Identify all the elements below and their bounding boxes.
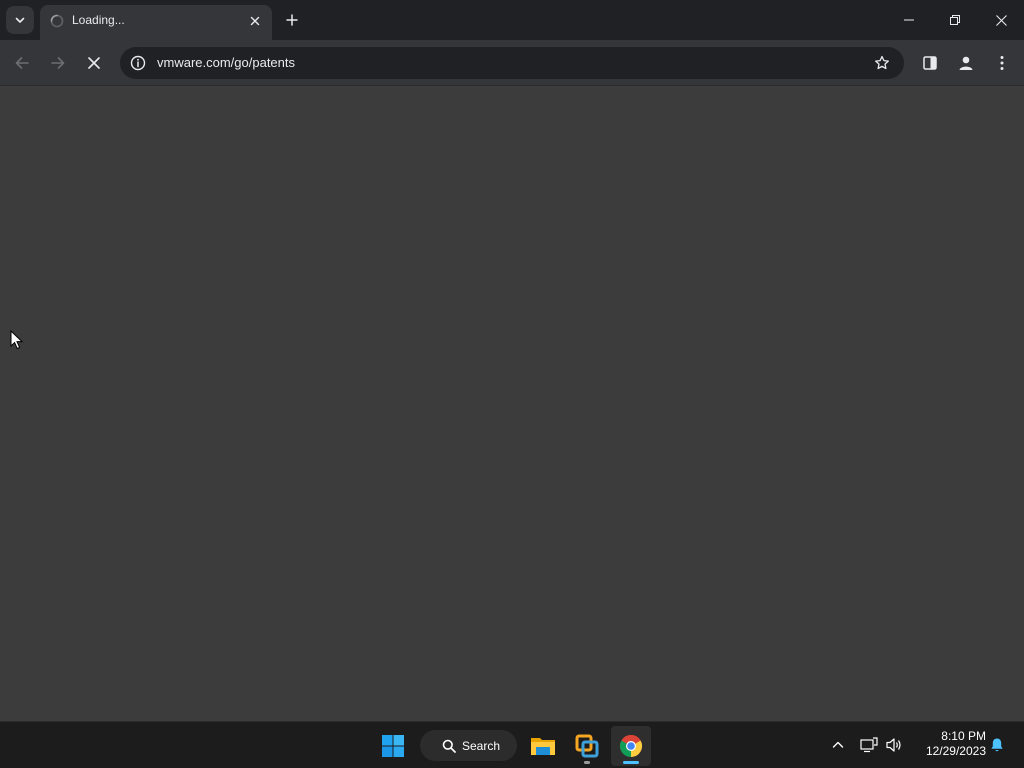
stop-loading-button[interactable] bbox=[78, 47, 110, 79]
volume-icon bbox=[886, 738, 901, 752]
browser-toolbar: vmware.com/go/patents bbox=[0, 40, 1024, 86]
restore-button[interactable] bbox=[932, 0, 978, 40]
close-icon bbox=[250, 16, 260, 26]
close-icon bbox=[88, 57, 100, 69]
more-vertical-icon bbox=[1000, 56, 1004, 70]
info-icon bbox=[130, 55, 146, 71]
arrow-left-icon bbox=[15, 57, 29, 69]
minimize-button[interactable] bbox=[886, 0, 932, 40]
chrome-icon bbox=[619, 734, 643, 757]
file-explorer-icon bbox=[531, 738, 555, 755]
search-icon bbox=[442, 739, 456, 753]
back-button[interactable] bbox=[6, 47, 38, 79]
clock-time: 8:10 PM bbox=[941, 729, 986, 743]
side-panel-button[interactable] bbox=[914, 47, 946, 79]
taskbar-clock[interactable]: 8:10 PM 12/29/2023 bbox=[912, 729, 986, 759]
new-tab-button[interactable] bbox=[280, 8, 304, 32]
running-indicator bbox=[584, 761, 590, 764]
tab-title: Loading... bbox=[72, 13, 125, 27]
network-icon bbox=[860, 737, 878, 753]
browser-menu-button[interactable] bbox=[986, 47, 1018, 79]
taskbar: Search 8:10 PM 12/29/2023 bbox=[0, 721, 1024, 768]
close-icon bbox=[995, 14, 1007, 26]
bell-icon bbox=[991, 738, 1003, 752]
chevron-down-icon bbox=[15, 17, 25, 23]
clock-date: 12/29/2023 bbox=[925, 744, 986, 758]
arrow-right-icon bbox=[51, 57, 65, 69]
vmware-workstation-button[interactable] bbox=[567, 726, 607, 766]
taskbar-search[interactable]: Search bbox=[420, 730, 517, 761]
account-icon bbox=[959, 56, 973, 70]
bookmark-button[interactable] bbox=[872, 53, 892, 73]
forward-button[interactable] bbox=[42, 47, 74, 79]
vmware-workstation-icon bbox=[575, 734, 599, 758]
page-content[interactable] bbox=[0, 86, 1024, 721]
volume-button[interactable] bbox=[883, 734, 905, 756]
restore-icon bbox=[950, 15, 960, 25]
network-button[interactable] bbox=[858, 734, 880, 756]
windows-start-icon bbox=[382, 735, 404, 757]
chrome-button[interactable] bbox=[611, 726, 651, 766]
search-label: Search bbox=[462, 738, 501, 753]
chevron-up-icon bbox=[832, 741, 844, 748]
profile-button[interactable] bbox=[950, 47, 982, 79]
address-url[interactable]: vmware.com/go/patents bbox=[157, 55, 295, 70]
tab-close-button[interactable] bbox=[246, 12, 264, 30]
side-panel-icon bbox=[923, 56, 937, 70]
site-info-button[interactable] bbox=[128, 53, 148, 73]
close-window-button[interactable] bbox=[978, 0, 1024, 40]
notifications-button[interactable] bbox=[986, 734, 1008, 756]
tab-strip: Loading... bbox=[0, 0, 1024, 40]
loading-spinner-icon bbox=[50, 14, 64, 28]
plus-icon bbox=[286, 14, 298, 26]
star-icon bbox=[875, 55, 889, 70]
file-explorer-button[interactable] bbox=[523, 726, 563, 766]
browser-tab[interactable]: Loading... bbox=[40, 5, 272, 40]
mouse-pointer-icon bbox=[10, 330, 24, 350]
address-bar[interactable]: vmware.com/go/patents bbox=[120, 47, 904, 79]
start-button[interactable] bbox=[373, 726, 413, 766]
show-hidden-icons-button[interactable] bbox=[827, 734, 849, 756]
active-indicator bbox=[623, 761, 639, 764]
tab-search-button[interactable] bbox=[6, 6, 34, 34]
minimize-icon bbox=[904, 19, 914, 21]
